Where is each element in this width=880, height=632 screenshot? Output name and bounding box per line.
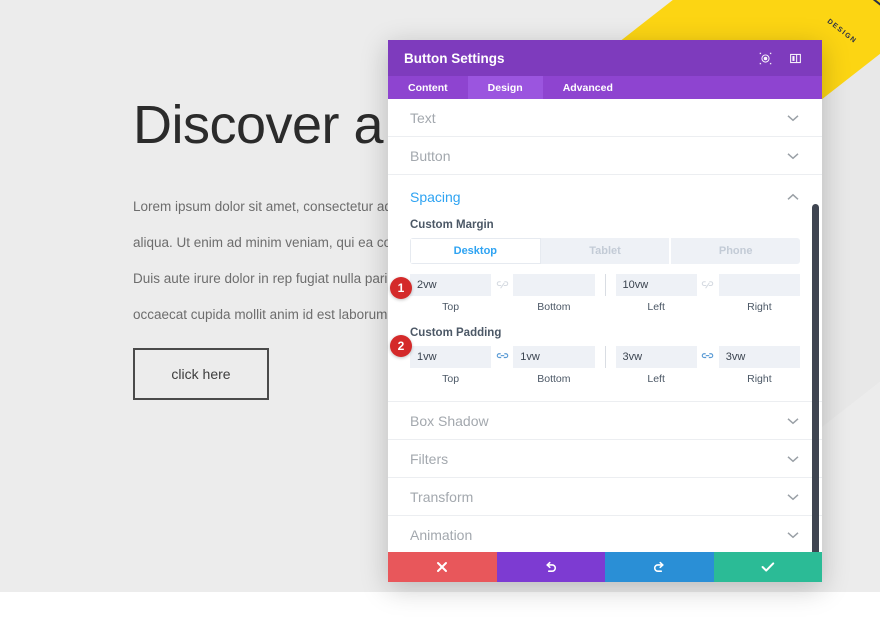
margin-bottom-cell: Bottom xyxy=(513,274,595,313)
padding-horizontal-group: Left Right xyxy=(615,346,800,385)
margin-bottom-input[interactable] xyxy=(513,274,595,296)
section-box-shadow-label: Box Shadow xyxy=(410,412,489,429)
chevron-down-icon xyxy=(786,490,800,504)
section-button[interactable]: Button xyxy=(388,137,822,175)
cancel-button[interactable] xyxy=(388,552,497,582)
section-transform[interactable]: Transform xyxy=(388,478,822,516)
section-text[interactable]: Text xyxy=(388,99,822,137)
margin-left-caption: Left xyxy=(647,301,665,313)
section-spacing-label: Spacing xyxy=(410,189,461,205)
margin-vertical-link-icon[interactable] xyxy=(491,274,513,296)
chevron-down-icon xyxy=(786,111,800,125)
responsive-tab-tablet[interactable]: Tablet xyxy=(540,238,672,264)
padding-top-input[interactable] xyxy=(410,346,492,368)
padding-vertical-link-icon[interactable] xyxy=(491,346,513,368)
responsive-tabs: Desktop Tablet Phone xyxy=(410,238,800,264)
margin-divider xyxy=(604,274,606,296)
margin-horizontal-link-icon[interactable] xyxy=(697,274,719,296)
padding-vertical-group: Top Bottom xyxy=(410,346,595,385)
padding-bottom-input[interactable] xyxy=(513,346,595,368)
margin-left-cell: Left xyxy=(615,274,697,313)
padding-bottom-cell: Bottom xyxy=(513,346,595,385)
modal-footer xyxy=(388,552,822,582)
margin-horizontal-group: Left Right xyxy=(615,274,800,313)
padding-row: Top Bottom xyxy=(410,346,800,385)
padding-top-cell: Top xyxy=(410,346,492,385)
margin-top-input[interactable] xyxy=(410,274,492,296)
margin-left-input[interactable] xyxy=(615,274,697,296)
undo-button[interactable] xyxy=(496,552,605,582)
section-animation-label: Animation xyxy=(410,526,473,543)
margin-right-input[interactable] xyxy=(718,274,800,296)
click-here-button[interactable]: click here xyxy=(133,348,269,400)
step-badge-1: 1 xyxy=(390,277,412,299)
section-text-label: Text xyxy=(410,109,436,126)
padding-divider xyxy=(604,346,606,368)
padding-left-cell: Left xyxy=(615,346,697,385)
margin-top-caption: Top xyxy=(442,301,460,313)
section-transform-label: Transform xyxy=(410,488,474,505)
spacing-fields: Custom Margin Desktop Tablet Phone Top xyxy=(388,219,822,385)
padding-right-cell: Right xyxy=(718,346,800,385)
layout-icon[interactable] xyxy=(784,47,806,69)
target-icon[interactable] xyxy=(754,47,776,69)
margin-row: Top Bottom xyxy=(410,274,800,313)
chevron-down-icon xyxy=(786,452,800,466)
padding-bottom-caption: Bottom xyxy=(537,373,571,385)
step-badge-2: 2 xyxy=(390,335,412,357)
padding-top-caption: Top xyxy=(442,373,460,385)
modal-header: Button Settings xyxy=(388,40,822,76)
chevron-down-icon xyxy=(786,528,800,542)
modal-body: Text Button Spacing Custom Margin Deskto… xyxy=(388,99,822,552)
padding-left-input[interactable] xyxy=(615,346,697,368)
margin-bottom-caption: Bottom xyxy=(537,301,571,313)
responsive-tab-phone[interactable]: Phone xyxy=(671,238,800,264)
modal-title: Button Settings xyxy=(404,50,505,66)
margin-top-cell: Top xyxy=(410,274,492,313)
responsive-tab-desktop[interactable]: Desktop xyxy=(410,238,541,264)
chevron-up-icon xyxy=(786,190,800,204)
modal-tab-bar: Content Design Advanced xyxy=(388,76,822,99)
button-settings-modal: Button Settings Content Design Advanced xyxy=(388,40,822,582)
padding-right-caption: Right xyxy=(747,373,772,385)
section-button-label: Button xyxy=(410,147,451,164)
custom-margin-label: Custom Margin xyxy=(410,219,494,231)
modal-scrollbar[interactable] xyxy=(812,204,819,552)
padding-left-caption: Left xyxy=(647,373,665,385)
margin-vertical-group: Top Bottom xyxy=(410,274,595,313)
screen: DESIGN Discover a wh Lorem ipsum dolor s… xyxy=(0,0,880,632)
section-spacing-panel: Spacing Custom Margin Desktop Tablet Pho… xyxy=(388,175,822,402)
section-filters[interactable]: Filters xyxy=(388,440,822,478)
section-spacing[interactable]: Spacing xyxy=(388,175,822,219)
chevron-down-icon xyxy=(786,414,800,428)
padding-horizontal-link-icon[interactable] xyxy=(697,346,719,368)
chevron-down-icon xyxy=(786,149,800,163)
custom-padding-label: Custom Padding xyxy=(410,327,502,339)
section-animation[interactable]: Animation xyxy=(388,516,822,552)
tab-advanced[interactable]: Advanced xyxy=(543,76,633,99)
margin-right-caption: Right xyxy=(747,301,772,313)
section-box-shadow[interactable]: Box Shadow xyxy=(388,402,822,440)
redo-button[interactable] xyxy=(605,552,714,582)
save-button[interactable] xyxy=(713,552,822,582)
section-filters-label: Filters xyxy=(410,450,449,467)
tab-content[interactable]: Content xyxy=(388,76,468,99)
margin-right-cell: Right xyxy=(718,274,800,313)
padding-right-input[interactable] xyxy=(718,346,800,368)
tab-design[interactable]: Design xyxy=(467,76,543,99)
